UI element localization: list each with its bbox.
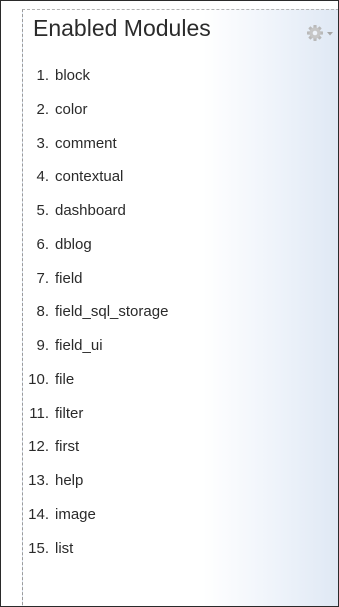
module-name: field_sql_storage	[55, 303, 169, 321]
module-name: help	[55, 472, 84, 489]
module-name: list	[55, 539, 74, 557]
module-name: field_ui	[55, 337, 103, 354]
screenshot-frame: Enabled Modules 1. block 2. color 3. com…	[0, 0, 339, 607]
module-name: image	[55, 505, 96, 523]
item-number: 7.	[36, 269, 49, 287]
item-number: 8.	[36, 303, 49, 321]
module-item: 3. comment	[23, 134, 168, 170]
item-number: 11.	[29, 404, 49, 422]
item-number: 9.	[36, 337, 49, 354]
module-item: 1. block	[23, 68, 168, 102]
module-name: file	[55, 370, 75, 388]
module-item: 13. help	[23, 473, 168, 507]
module-item: 5. dashboard	[23, 203, 168, 237]
item-number: 12.	[28, 438, 49, 456]
item-number: 5.	[36, 202, 49, 219]
module-name: first	[55, 438, 80, 456]
enabled-modules-block: Enabled Modules 1. block 2. color 3. com…	[22, 9, 338, 606]
module-item: 9. field_ui	[23, 338, 168, 372]
module-name: contextual	[55, 168, 124, 186]
module-item: 12. first	[23, 439, 168, 473]
module-list: 1. block 2. color 3. comment 4. contextual 5…	[23, 68, 168, 574]
block-title: Enabled Modules	[33, 15, 211, 41]
item-number: 4.	[36, 168, 49, 186]
module-item: 15. list	[23, 539, 168, 575]
module-name: filter	[55, 404, 84, 422]
item-number: 15.	[28, 539, 49, 557]
module-item: 14. image	[23, 505, 168, 541]
item-number: 1.	[36, 67, 49, 84]
gear-icon[interactable]	[306, 24, 336, 42]
item-number: 6.	[36, 235, 49, 253]
item-number: 13.	[28, 472, 49, 489]
module-name: comment	[55, 134, 117, 152]
item-number: 10.	[28, 370, 49, 388]
module-name: field	[55, 269, 83, 287]
module-name: dblog	[55, 235, 92, 253]
module-name: block	[55, 67, 91, 84]
module-item: 4. contextual	[23, 169, 168, 203]
module-item: 11. filter	[23, 404, 168, 440]
module-item: 2. color	[23, 100, 168, 136]
module-item: 10. file	[23, 370, 168, 406]
module-name: dashboard	[55, 202, 126, 219]
module-item: 6. dblog	[23, 235, 168, 271]
module-name: color	[55, 100, 88, 118]
item-number: 2.	[36, 100, 49, 118]
item-number: 14.	[28, 505, 49, 523]
item-number: 3.	[36, 134, 49, 152]
module-item: 8. field_sql_storage	[23, 304, 168, 338]
module-item: 7. field	[23, 269, 168, 305]
